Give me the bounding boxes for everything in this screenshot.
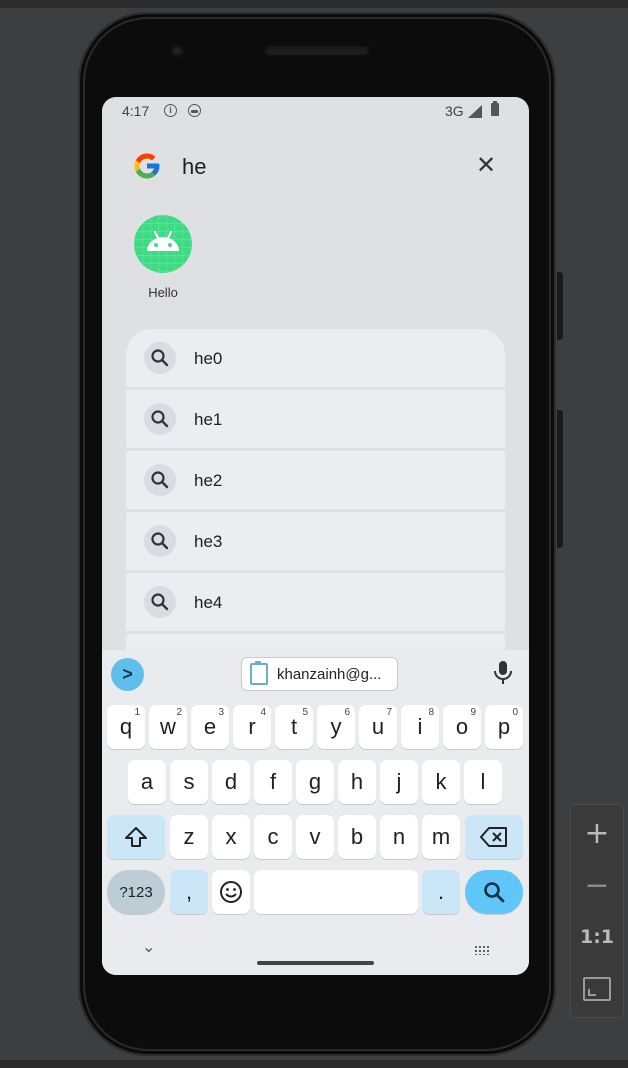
backspace-key[interactable]: [465, 815, 523, 859]
symbols-key[interactable]: ?123: [107, 870, 165, 914]
search-icon: [144, 464, 176, 496]
search-icon: [484, 882, 505, 903]
earpiece-speaker: [264, 45, 370, 57]
clipboard-text: khanzainh@g...: [277, 665, 382, 683]
fit-screen-button[interactable]: [571, 967, 623, 1011]
front-camera: [170, 44, 184, 58]
key-y[interactable]: y6: [317, 705, 355, 749]
key-a[interactable]: a: [128, 760, 166, 804]
search-icon: [144, 525, 176, 557]
key-z[interactable]: z: [170, 815, 208, 859]
app-label: Hello: [148, 285, 178, 300]
key-w[interactable]: w2: [149, 705, 187, 749]
clipboard-suggestion-chip[interactable]: khanzainh@g...: [241, 657, 398, 691]
clear-search-button[interactable]: ✕: [472, 151, 500, 179]
info-icon: i: [164, 104, 177, 117]
android-icon: [134, 215, 192, 273]
key-l[interactable]: l: [464, 760, 502, 804]
comma-key[interactable]: ,: [170, 870, 208, 914]
chevron-down-icon[interactable]: ⌄: [142, 937, 155, 956]
keyboard-nav-row: ⌄: [102, 935, 529, 975]
key-b[interactable]: b: [338, 815, 376, 859]
backspace-icon: [480, 827, 507, 847]
search-icon: [144, 342, 176, 374]
key-i[interactable]: i8: [401, 705, 439, 749]
space-key[interactable]: [254, 870, 418, 914]
battery-icon: [491, 101, 499, 116]
keyboard-switch-icon[interactable]: [474, 945, 490, 955]
suggestion-item[interactable]: he0: [126, 329, 505, 387]
key-n[interactable]: n: [380, 815, 418, 859]
network-type: 3G: [445, 103, 464, 119]
key-u[interactable]: u7: [359, 705, 397, 749]
emulator-zoom-toolbar: + − 1:1: [570, 804, 624, 1018]
search-action-key[interactable]: [465, 870, 523, 914]
key-o[interactable]: o9: [443, 705, 481, 749]
soft-keyboard: > khanzainh@g... q1 w2 e3 r4 t5 y6 u7 i8…: [102, 650, 529, 975]
status-time: 4:17: [122, 103, 150, 119]
microphone-icon[interactable]: [493, 660, 513, 686]
suggestion-item[interactable]: he2: [126, 451, 505, 509]
suggestion-text: he0: [194, 349, 223, 368]
key-t[interactable]: t5: [275, 705, 313, 749]
search-icon: [144, 586, 176, 618]
key-c[interactable]: c: [254, 815, 292, 859]
key-q[interactable]: q1: [107, 705, 145, 749]
fit-screen-icon: [583, 977, 611, 1001]
status-bar: 4:17 i 3G: [102, 97, 529, 125]
search-icon: [144, 403, 176, 435]
expand-toolbar-button[interactable]: >: [111, 658, 144, 691]
shift-icon: [125, 827, 147, 847]
google-logo-icon: [134, 153, 160, 179]
key-e[interactable]: e3: [191, 705, 229, 749]
suggestion-item[interactable]: he4: [126, 573, 505, 631]
suggestion-item[interactable]: he1: [126, 390, 505, 448]
period-key[interactable]: .: [422, 870, 460, 914]
zoom-in-button[interactable]: +: [571, 811, 623, 855]
key-x[interactable]: x: [212, 815, 250, 859]
emoji-icon: [220, 881, 242, 903]
suggestion-item[interactable]: he3: [126, 512, 505, 570]
phone-screen: 4:17 i 3G he ✕ Hello he0 he1 he2 he3 he4…: [102, 97, 529, 975]
volume-button[interactable]: [557, 410, 563, 548]
key-v[interactable]: v: [296, 815, 334, 859]
key-g[interactable]: g: [296, 760, 334, 804]
suggestion-list: he0 he1 he2 he3 he4: [126, 329, 505, 657]
clipboard-icon: [250, 661, 268, 685]
home-gesture-bar[interactable]: [257, 961, 374, 965]
suggestion-text: he1: [194, 410, 223, 429]
emoji-key[interactable]: [212, 870, 250, 914]
key-r[interactable]: r4: [233, 705, 271, 749]
key-j[interactable]: j: [380, 760, 418, 804]
suggestion-text: he2: [194, 471, 223, 490]
power-button[interactable]: [557, 272, 563, 340]
key-k[interactable]: k: [422, 760, 460, 804]
key-h[interactable]: h: [338, 760, 376, 804]
key-d[interactable]: d: [212, 760, 250, 804]
app-result-hello[interactable]: Hello: [130, 215, 196, 300]
actual-size-button[interactable]: 1:1: [571, 915, 623, 959]
key-p[interactable]: p0: [485, 705, 523, 749]
search-bar: he ✕: [102, 137, 529, 193]
window-top-strip: [0, 0, 628, 8]
window-bottom-strip: [0, 1060, 628, 1068]
suggestion-text: he3: [194, 532, 223, 551]
signal-icon: [468, 105, 482, 118]
search-input[interactable]: he: [182, 154, 206, 180]
keyboard-toolbar: > khanzainh@g...: [102, 650, 529, 696]
key-m[interactable]: m: [422, 815, 460, 859]
android-face-icon: [188, 104, 201, 117]
shift-key[interactable]: [107, 815, 165, 859]
suggestion-text: he4: [194, 593, 223, 612]
key-s[interactable]: s: [170, 760, 208, 804]
zoom-out-button[interactable]: −: [571, 863, 623, 907]
key-f[interactable]: f: [254, 760, 292, 804]
